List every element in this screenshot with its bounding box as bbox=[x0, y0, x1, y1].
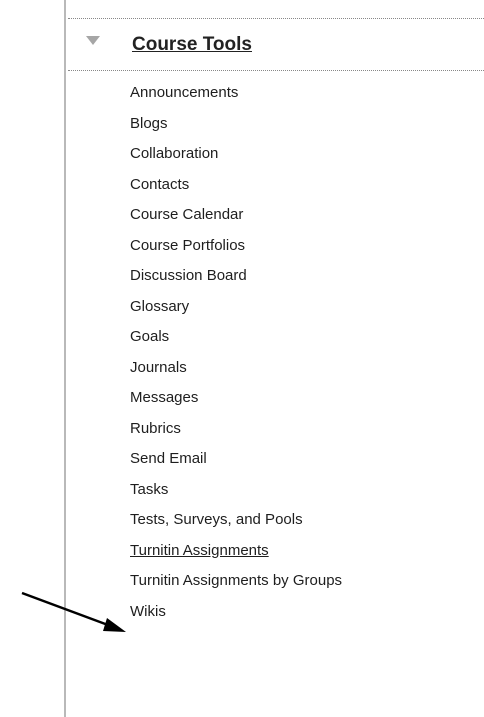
tool-item-turnitin-assignments-by-groups[interactable]: Turnitin Assignments by Groups bbox=[130, 566, 342, 597]
tool-item-goals[interactable]: Goals bbox=[130, 322, 342, 353]
tool-item-course-calendar[interactable]: Course Calendar bbox=[130, 200, 342, 231]
tool-item-announcements[interactable]: Announcements bbox=[130, 78, 342, 109]
tool-item-blogs[interactable]: Blogs bbox=[130, 109, 342, 140]
course-tools-header[interactable]: Course Tools bbox=[68, 26, 484, 70]
tool-item-journals[interactable]: Journals bbox=[130, 353, 342, 384]
tool-item-send-email[interactable]: Send Email bbox=[130, 444, 342, 475]
tool-item-rubrics[interactable]: Rubrics bbox=[130, 414, 342, 445]
tool-item-messages[interactable]: Messages bbox=[130, 383, 342, 414]
tool-item-tests-surveys-pools[interactable]: Tests, Surveys, and Pools bbox=[130, 505, 342, 536]
caret-down-icon[interactable] bbox=[86, 36, 100, 45]
top-divider bbox=[68, 18, 484, 19]
section-title[interactable]: Course Tools bbox=[132, 34, 252, 56]
tool-item-collaboration[interactable]: Collaboration bbox=[130, 139, 342, 170]
tool-item-glossary[interactable]: Glossary bbox=[130, 292, 342, 323]
tool-item-wikis[interactable]: Wikis bbox=[130, 597, 342, 628]
course-tools-list: Announcements Blogs Collaboration Contac… bbox=[130, 78, 342, 627]
tool-item-course-portfolios[interactable]: Course Portfolios bbox=[130, 231, 342, 262]
tool-item-discussion-board[interactable]: Discussion Board bbox=[130, 261, 342, 292]
left-rail-divider bbox=[64, 0, 66, 717]
header-divider bbox=[68, 70, 484, 71]
tool-item-contacts[interactable]: Contacts bbox=[130, 170, 342, 201]
tool-item-turnitin-assignments[interactable]: Turnitin Assignments bbox=[130, 536, 342, 567]
tool-item-tasks[interactable]: Tasks bbox=[130, 475, 342, 506]
course-menu-panel: Course Tools Announcements Blogs Collabo… bbox=[0, 0, 484, 717]
